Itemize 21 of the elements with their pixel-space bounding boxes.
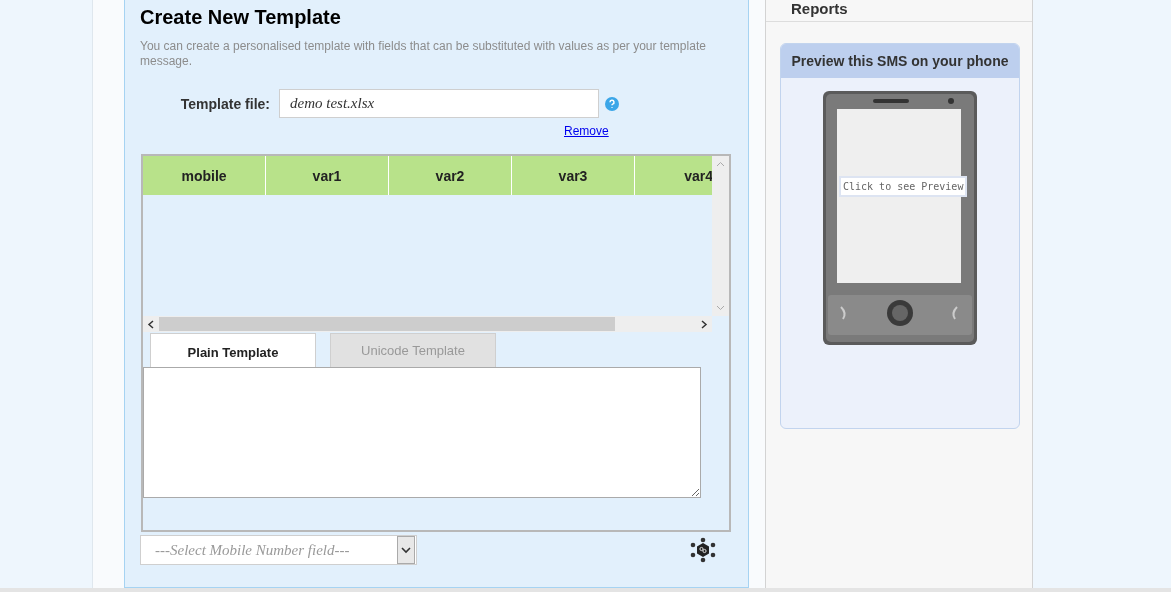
help-icon[interactable]: [605, 96, 619, 111]
column-header: mobile: [143, 156, 266, 195]
card-title: Preview this SMS on your phone: [781, 44, 1019, 78]
template-tab[interactable]: Plain Template: [150, 333, 316, 367]
preview-button[interactable]: Click to see Preview: [839, 176, 968, 197]
template-file-input[interactable]: demo test.xlsx: [279, 89, 599, 118]
remove-link[interactable]: Remove: [564, 124, 609, 138]
page-title: Create New Template: [140, 6, 342, 29]
horizontal-scrollbar[interactable]: [143, 316, 712, 332]
field-label: Template file:: [179, 95, 270, 112]
scroll-up-icon[interactable]: [716, 160, 725, 169]
vertical-scrollbar[interactable]: [712, 156, 729, 316]
network-icon[interactable]: [690, 537, 716, 563]
scroll-down-icon[interactable]: [716, 303, 725, 312]
column-header: var2: [389, 156, 512, 195]
reports-heading[interactable]: Reports: [791, 0, 848, 17]
column-header: var3: [512, 156, 635, 195]
column-header: var4: [683, 166, 712, 186]
description-text: You can create a personalised template with fields that can be substituted with values as per your template message.: [140, 39, 707, 69]
column-header: var1: [266, 156, 389, 195]
caret-icon[interactable]: [397, 536, 415, 564]
